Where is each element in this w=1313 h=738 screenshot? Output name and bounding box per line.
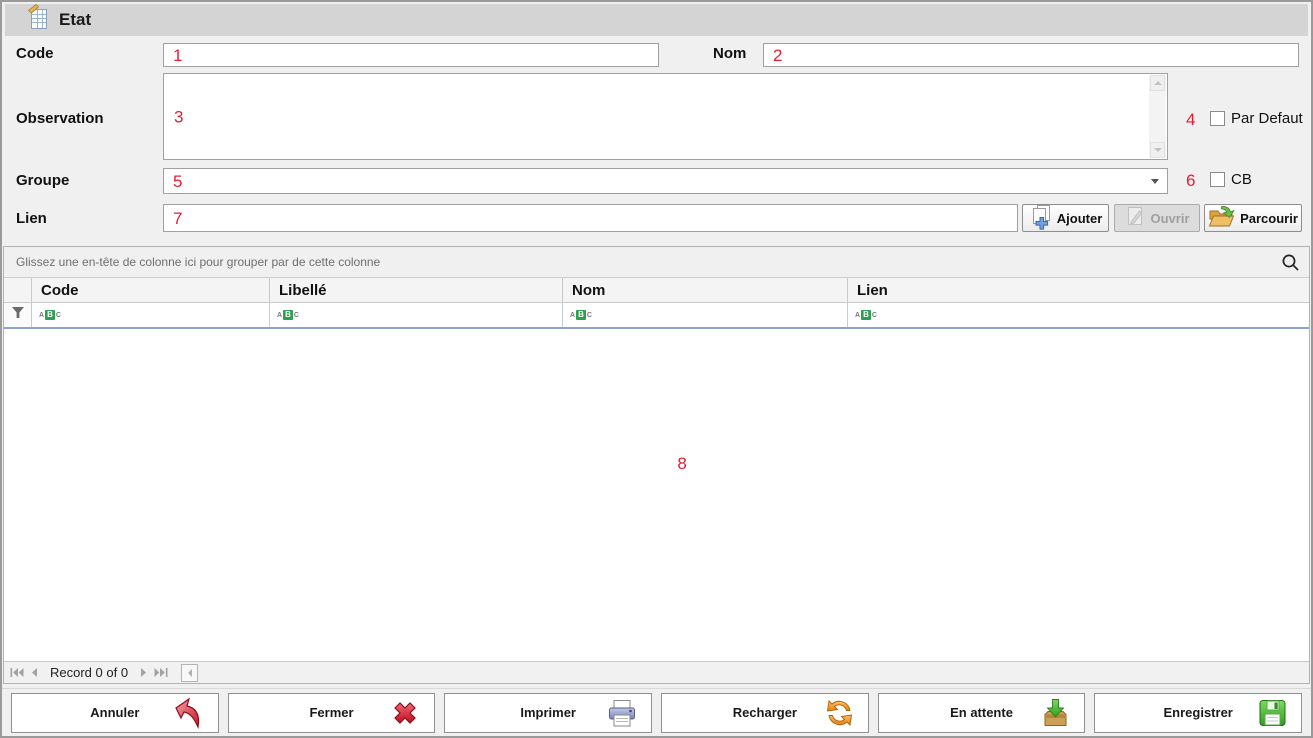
en-attente-label: En attente xyxy=(950,705,1013,720)
groupe-label: Groupe xyxy=(16,172,69,189)
filter-row-indicator xyxy=(4,303,32,327)
filter-cell-libelle[interactable]: ABC xyxy=(270,303,563,327)
column-header-code[interactable]: Code xyxy=(32,278,270,302)
fermer-button[interactable]: Fermer xyxy=(228,693,436,733)
lien-label: Lien xyxy=(16,210,47,227)
row-indicator-header xyxy=(4,278,32,302)
annotation-marker-7: 7 xyxy=(173,210,182,227)
title-bar: Etat xyxy=(5,4,1308,36)
recharger-button[interactable]: Recharger xyxy=(661,693,869,733)
edit-page-icon xyxy=(1124,206,1145,231)
etat-window: Etat Code 1 Nom 2 Observation 3 4 Par De… xyxy=(0,0,1313,738)
enregistrer-label: Enregistrer xyxy=(1164,705,1233,720)
observation-textarea[interactable]: 3 xyxy=(163,73,1168,160)
hscroll-left-button[interactable] xyxy=(181,664,198,682)
grid-filter-row: ABC ABC ABC ABC xyxy=(4,303,1309,329)
funnel-icon xyxy=(11,306,25,324)
abc-filter-icon: ABC xyxy=(570,310,592,320)
observation-label: Observation xyxy=(16,110,104,127)
nav-first-button[interactable] xyxy=(10,668,24,677)
ajouter-button[interactable]: Ajouter xyxy=(1022,204,1109,232)
code-label: Code xyxy=(16,45,54,62)
search-icon[interactable] xyxy=(1281,253,1300,277)
group-by-bar: Glissez une en-tête de colonne ici pour … xyxy=(4,247,1309,278)
imprimer-button[interactable]: Imprimer xyxy=(444,693,652,733)
par-defaut-checkbox[interactable]: Par Defaut xyxy=(1210,110,1303,127)
group-by-hint: Glissez une en-tête de colonne ici pour … xyxy=(16,255,380,269)
nav-next-button[interactable] xyxy=(140,668,147,677)
par-defaut-label: Par Defaut xyxy=(1231,110,1303,127)
grid-empty-area: 8 xyxy=(4,329,1309,661)
annuler-button[interactable]: Annuler xyxy=(11,693,219,733)
column-header-lien[interactable]: Lien xyxy=(848,278,1309,302)
refresh-icon xyxy=(824,697,855,728)
window-title: Etat xyxy=(59,10,91,30)
abc-filter-icon: ABC xyxy=(39,310,61,320)
groupe-combobox[interactable]: 5 xyxy=(163,168,1168,194)
code-input[interactable]: 1 xyxy=(163,43,659,67)
annuler-label: Annuler xyxy=(90,705,139,720)
checkbox-box-icon xyxy=(1210,172,1225,187)
filter-cell-nom[interactable]: ABC xyxy=(563,303,848,327)
ajouter-label: Ajouter xyxy=(1057,211,1103,226)
annotation-marker-6: 6 xyxy=(1186,171,1195,191)
enregistrer-button[interactable]: Enregistrer xyxy=(1094,693,1302,733)
column-header-nom[interactable]: Nom xyxy=(563,278,848,302)
triangle-down-icon xyxy=(1154,148,1162,152)
dropdown-arrow-icon xyxy=(1151,179,1159,184)
scroll-down-button[interactable] xyxy=(1150,142,1165,158)
triangle-up-icon xyxy=(1154,81,1162,85)
ouvrir-button[interactable]: Ouvrir xyxy=(1114,204,1200,232)
nom-input[interactable]: 2 xyxy=(763,43,1299,67)
report-icon xyxy=(27,4,50,36)
filter-cell-lien[interactable]: ABC xyxy=(848,303,1309,327)
save-disk-icon xyxy=(1257,697,1288,728)
grid-header-row: Code Libellé Nom Lien xyxy=(4,278,1309,303)
filter-cell-code[interactable]: ABC xyxy=(32,303,270,327)
nom-label: Nom xyxy=(713,45,746,62)
nav-last-button[interactable] xyxy=(154,668,168,677)
cb-label: CB xyxy=(1231,171,1252,188)
record-count-text: Record 0 of 0 xyxy=(50,665,128,680)
fermer-label: Fermer xyxy=(309,705,353,720)
imprimer-label: Imprimer xyxy=(520,705,576,720)
abc-filter-icon: ABC xyxy=(277,310,299,320)
cb-checkbox[interactable]: CB xyxy=(1210,171,1252,188)
parcourir-label: Parcourir xyxy=(1240,211,1298,226)
observation-scrollbar xyxy=(1149,75,1166,158)
checkbox-box-icon xyxy=(1210,111,1225,126)
ouvrir-label: Ouvrir xyxy=(1150,211,1189,226)
annotation-marker-1: 1 xyxy=(173,47,182,64)
lien-input[interactable]: 7 xyxy=(163,204,1018,232)
nav-prev-button[interactable] xyxy=(31,668,38,677)
en-attente-button[interactable]: En attente xyxy=(878,693,1086,733)
scroll-up-button[interactable] xyxy=(1150,75,1165,91)
annotation-marker-4: 4 xyxy=(1186,110,1195,130)
record-navigator: Record 0 of 0 xyxy=(4,661,1309,683)
footer-button-bar: Annuler Fermer Imprimer xyxy=(2,688,1311,736)
annotation-marker-3: 3 xyxy=(174,108,183,125)
red-x-icon xyxy=(389,697,421,729)
printer-icon xyxy=(606,698,638,728)
undo-arrow-icon xyxy=(173,697,205,729)
annotation-marker-5: 5 xyxy=(173,173,182,190)
parcourir-button[interactable]: Parcourir xyxy=(1204,204,1302,232)
column-header-libelle[interactable]: Libellé xyxy=(270,278,563,302)
annotation-marker-2: 2 xyxy=(773,47,782,64)
recharger-label: Recharger xyxy=(733,705,797,720)
grid-panel: Glissez une en-tête de colonne ici pour … xyxy=(3,246,1310,684)
annotation-marker-8: 8 xyxy=(677,455,686,472)
abc-filter-icon: ABC xyxy=(855,310,877,320)
open-folder-icon xyxy=(1208,205,1235,231)
add-pages-icon xyxy=(1029,204,1052,233)
inbox-drop-icon xyxy=(1040,697,1071,728)
